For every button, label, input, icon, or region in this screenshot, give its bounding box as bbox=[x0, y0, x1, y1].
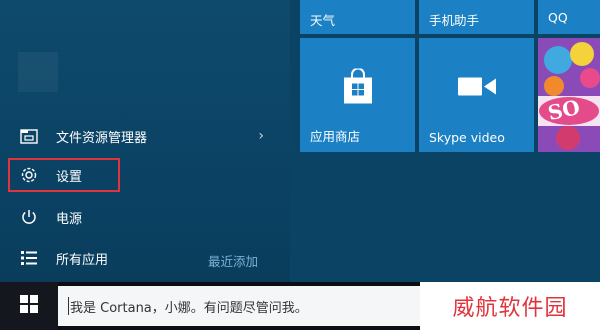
tile-label: QQ bbox=[548, 10, 568, 25]
all-apps-icon bbox=[18, 247, 40, 269]
tile-candy-crush[interactable]: SO bbox=[538, 38, 600, 152]
store-icon bbox=[341, 67, 375, 108]
tile-label: 应用商店 bbox=[310, 129, 361, 144]
settings-highlight-box bbox=[8, 158, 120, 192]
tile-label: Skype video bbox=[429, 130, 505, 145]
search-placeholder: 我是 Cortana，小娜。有问题尽管问我。 bbox=[70, 300, 308, 316]
file-explorer-icon bbox=[18, 125, 40, 147]
power-icon bbox=[18, 206, 40, 228]
menu-item-label: 电源 bbox=[56, 211, 83, 227]
menu-item-power[interactable]: 电源 bbox=[8, 200, 278, 234]
cortana-search-box[interactable]: 我是 Cortana，小娜。有问题尽管问我。 bbox=[58, 286, 420, 326]
tile-label: 天气 bbox=[310, 13, 336, 28]
menu-item-file-explorer[interactable]: 文件资源管理器 › bbox=[8, 119, 278, 153]
menu-item-label: 文件资源管理器 bbox=[56, 130, 148, 146]
start-menu-left-pane: 文件资源管理器 › 设置 电源 所有应用 最近添加 bbox=[0, 0, 290, 282]
user-avatar[interactable] bbox=[18, 52, 58, 92]
start-button[interactable] bbox=[0, 282, 58, 330]
tile-store[interactable]: 应用商店 bbox=[300, 38, 415, 152]
tile-skype-video[interactable]: Skype video bbox=[419, 38, 534, 152]
chevron-right-icon[interactable]: › bbox=[258, 128, 264, 144]
tile-grid: 天气 手机助手 QQ 应用商店 Skype video SO bbox=[290, 0, 600, 282]
candy-crush-icon bbox=[538, 38, 600, 152]
windows-logo-icon bbox=[20, 295, 38, 317]
tile-phone-assistant[interactable]: 手机助手 bbox=[419, 0, 534, 34]
recently-added-label: 最近添加 bbox=[208, 254, 259, 269]
text-cursor bbox=[68, 297, 69, 315]
tile-label: 手机助手 bbox=[429, 13, 480, 28]
tile-weather[interactable]: 天气 bbox=[300, 0, 415, 34]
watermark: 威航软件园 bbox=[420, 282, 600, 330]
video-camera-icon bbox=[457, 76, 497, 101]
tile-qq[interactable]: QQ bbox=[538, 0, 600, 34]
